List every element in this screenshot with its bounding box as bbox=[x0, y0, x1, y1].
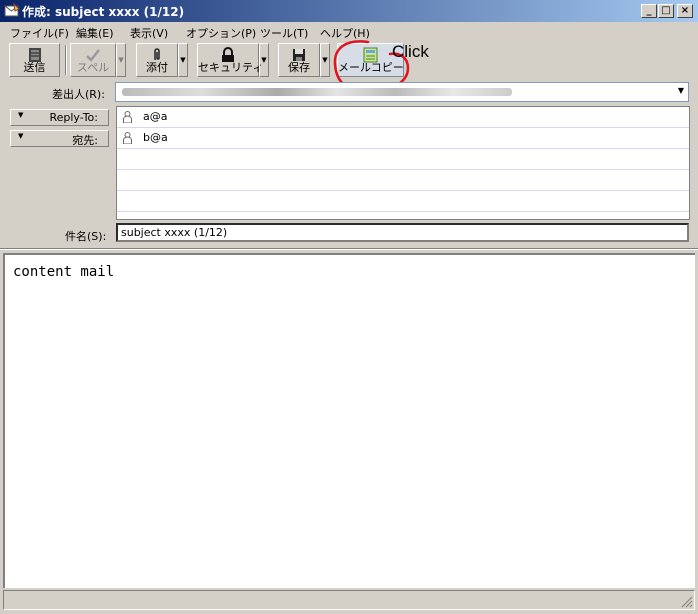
security-button[interactable]: セキュリティ bbox=[197, 43, 264, 77]
address-list[interactable]: a@a b@a bbox=[116, 106, 690, 220]
menu-edit[interactable]: 編集(E) bbox=[76, 25, 114, 41]
from-label: 差出人(R): bbox=[52, 88, 105, 101]
attach-dropdown[interactable]: ▼ bbox=[178, 43, 188, 77]
save-button[interactable]: 保存 bbox=[278, 43, 320, 77]
person-icon bbox=[123, 111, 132, 123]
compose-window-icon bbox=[4, 3, 20, 17]
to-address: b@a bbox=[143, 131, 168, 144]
security-label: セキュリティ bbox=[198, 61, 264, 74]
title-bar[interactable]: 作成: subject xxxx (1/12) _ □ × bbox=[0, 0, 698, 22]
menu-tools[interactable]: ツール(T) bbox=[260, 25, 308, 41]
from-address-redacted bbox=[122, 88, 512, 96]
to-type-label: 宛先: bbox=[72, 134, 98, 147]
chevron-down-icon: ▼ bbox=[18, 111, 24, 119]
address-row-empty[interactable] bbox=[117, 170, 689, 191]
splitter[interactable] bbox=[0, 248, 698, 250]
send-button[interactable]: 送信 bbox=[9, 43, 60, 77]
maximize-button[interactable]: □ bbox=[658, 4, 674, 18]
menu-view[interactable]: 表示(V) bbox=[130, 25, 168, 41]
reply-to-address: a@a bbox=[143, 110, 168, 123]
from-select[interactable]: ▼ bbox=[115, 82, 689, 102]
status-bar bbox=[3, 590, 695, 610]
message-body-editor[interactable]: content mail bbox=[3, 253, 695, 588]
spell-dropdown[interactable]: ▼ bbox=[116, 43, 126, 77]
spell-button[interactable]: スペル bbox=[70, 43, 116, 77]
message-body-text: content mail bbox=[13, 264, 115, 280]
address-row-reply-to[interactable]: a@a bbox=[117, 107, 689, 128]
chevron-down-icon: ▼ bbox=[677, 86, 684, 95]
click-annotation-text: Click bbox=[392, 42, 429, 61]
spell-label: スペル bbox=[76, 61, 110, 74]
address-row-empty[interactable] bbox=[117, 149, 689, 170]
security-dropdown[interactable]: ▼ bbox=[259, 43, 269, 77]
attach-label: 添付 bbox=[146, 61, 168, 74]
to-type-button[interactable]: ▼ 宛先: bbox=[10, 130, 109, 147]
reply-to-type-label: Reply-To: bbox=[49, 111, 98, 124]
subject-label: 件名(S): bbox=[65, 230, 107, 243]
save-label: 保存 bbox=[288, 61, 310, 74]
menu-file[interactable]: ファイル(F) bbox=[10, 25, 69, 41]
address-row-to[interactable]: b@a bbox=[117, 128, 689, 149]
chevron-down-icon: ▼ bbox=[18, 132, 24, 140]
minimize-button[interactable]: _ bbox=[641, 4, 657, 18]
window-title: 作成: subject xxxx (1/12) bbox=[22, 5, 185, 19]
attach-button[interactable]: 添付 bbox=[136, 43, 178, 77]
person-icon bbox=[123, 132, 132, 144]
address-row-empty[interactable] bbox=[117, 191, 689, 212]
menu-options[interactable]: オプション(P) bbox=[186, 25, 256, 41]
close-button[interactable]: × bbox=[677, 4, 693, 18]
subject-input[interactable]: subject xxxx (1/12) bbox=[116, 223, 689, 242]
reply-to-type-button[interactable]: ▼ Reply-To: bbox=[10, 109, 109, 126]
resize-grip-icon[interactable] bbox=[681, 596, 693, 608]
toolbar-separator bbox=[65, 45, 67, 75]
send-label: 送信 bbox=[23, 61, 46, 74]
